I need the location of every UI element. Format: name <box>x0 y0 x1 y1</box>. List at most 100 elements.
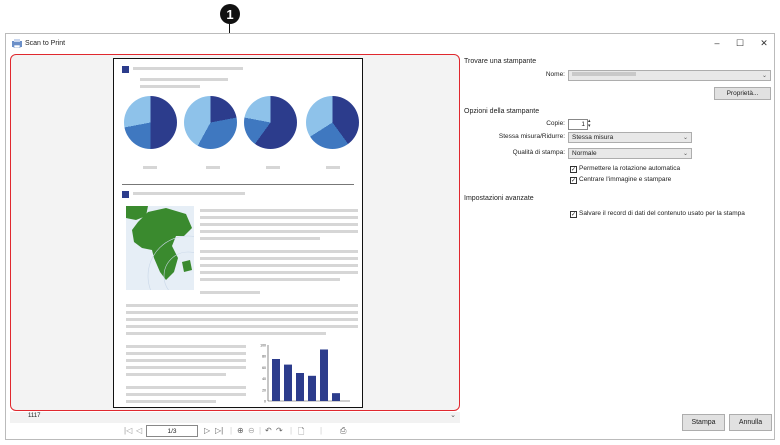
chart-bar <box>284 364 292 401</box>
chart-tick-label: 0 <box>264 400 266 404</box>
chart-tick-label: 60 <box>262 366 266 370</box>
chevron-down-icon: ⌄ <box>682 151 688 157</box>
printer-section-title: Trovare una stampante <box>464 58 537 65</box>
placeholder-line <box>200 291 260 294</box>
preview-page: 100 80 60 40 20 0 <box>113 58 363 408</box>
rotate-left-icon[interactable]: ↶ <box>265 426 272 435</box>
quality-label: Qualità di stampa: <box>512 149 565 156</box>
placeholder-line <box>133 67 243 70</box>
placeholder-line <box>200 264 358 267</box>
advanced-section-title: Impostazioni avanzate <box>464 195 534 202</box>
auto-rotate-label: Permettere la rotazione automatica <box>579 165 681 172</box>
page-number-input[interactable]: 1/3 <box>146 425 198 437</box>
pie-chart <box>184 96 237 149</box>
placeholder-line <box>200 237 320 240</box>
copies-stepper[interactable]: 1 <box>568 119 588 130</box>
placeholder-line <box>200 278 340 281</box>
zoom-in-icon[interactable]: ⊕ <box>237 426 244 435</box>
preview-toolbar: 1117 ⌄ |◁ ◁ 1/3 ▷ ▷| | ⊕ ⊖ | ↶ ↷ | 🗋 | ⎙ <box>10 412 460 440</box>
placeholder-line <box>126 332 326 335</box>
placeholder-line <box>133 192 245 195</box>
print-preview-icon[interactable]: ⎙ <box>340 426 346 436</box>
placeholder-line <box>126 345 246 348</box>
separator: | <box>259 426 262 435</box>
placeholder-line <box>200 216 358 219</box>
scan-to-print-window: Scan to Print – ☐ ✕ 100 80 60 40 20 0 11… <box>5 33 775 440</box>
separator: | <box>230 426 233 435</box>
minimize-icon[interactable]: – <box>709 38 725 50</box>
chart-tick-label: 40 <box>262 377 266 381</box>
placeholder-line <box>126 304 358 307</box>
placeholder-line <box>206 166 220 169</box>
last-page-icon[interactable]: ▷| <box>215 426 223 435</box>
chart-bar <box>308 375 316 401</box>
placeholder-line <box>126 400 216 403</box>
center-image-label: Centrare l'immagine e stampare <box>579 176 672 183</box>
app-icon <box>12 39 22 48</box>
printer-name-select[interactable]: ⌄ <box>568 70 771 81</box>
auto-rotate-checkbox[interactable]: ✓ Permettere la rotazione automatica <box>570 165 680 173</box>
properties-button[interactable]: Proprietà... <box>714 87 771 100</box>
close-icon[interactable]: ✕ <box>756 38 772 50</box>
page-navigation: |◁ ◁ 1/3 ▷ ▷| | ⊕ ⊖ | ↶ ↷ | 🗋 | ⎙ <box>10 425 460 439</box>
placeholder-line <box>200 250 358 253</box>
chart-bar <box>296 373 304 401</box>
center-image-checkbox[interactable]: ✓ Centrare l'immagine e stampare <box>570 176 671 184</box>
heading-marker <box>122 66 129 73</box>
check-icon: ✓ <box>570 211 577 218</box>
chevron-down-icon[interactable]: ⌄ <box>450 411 456 419</box>
chart-bar <box>332 393 340 401</box>
title-bar: Scan to Print – ☐ ✕ <box>6 34 774 54</box>
zoom-selector[interactable]: 1117 ⌄ <box>10 412 460 423</box>
stepper-arrows-icon[interactable]: ▴ ▾ <box>588 119 591 129</box>
first-page-icon[interactable]: |◁ <box>124 426 132 435</box>
chevron-down-icon: ⌄ <box>682 135 688 141</box>
placeholder-line <box>200 209 358 212</box>
save-record-label: Salvare il record di dati del contenuto … <box>579 210 745 217</box>
placeholder-line <box>126 311 358 314</box>
chart-bar <box>272 359 280 401</box>
rotate-right-icon[interactable]: ↷ <box>276 426 283 435</box>
placeholder-line <box>126 393 246 396</box>
next-page-icon[interactable]: ▷ <box>204 426 210 435</box>
placeholder-line <box>266 166 280 169</box>
page-divider <box>122 184 354 185</box>
prev-page-icon[interactable]: ◁ <box>136 426 142 435</box>
window-title: Scan to Print <box>25 40 66 47</box>
callout-marker: 1 <box>220 4 240 24</box>
placeholder-line <box>126 325 358 328</box>
placeholder-line <box>126 373 226 376</box>
placeholder-line <box>126 318 358 321</box>
size-select[interactable]: Stessa misura ⌄ <box>568 132 692 143</box>
placeholder-line <box>126 359 246 362</box>
placeholder-line <box>126 366 246 369</box>
chart-tick-label: 20 <box>262 388 266 392</box>
placeholder-line <box>326 166 340 169</box>
options-section-title: Opzioni della stampante <box>464 108 540 115</box>
delete-page-icon[interactable]: 🗋 <box>298 426 304 440</box>
quality-select[interactable]: Normale ⌄ <box>568 148 692 159</box>
size-value: Stessa misura <box>572 134 614 141</box>
placeholder-line <box>200 271 358 274</box>
check-icon: ✓ <box>570 177 577 184</box>
save-record-checkbox[interactable]: ✓ Salvare il record di dati del contenuto… <box>570 210 745 218</box>
preview-area[interactable]: 100 80 60 40 20 0 <box>10 54 460 411</box>
check-icon: ✓ <box>570 166 577 173</box>
zoom-value: 1117 <box>28 413 41 419</box>
cancel-button[interactable]: Annulla <box>729 414 772 431</box>
print-button[interactable]: Stampa <box>682 414 725 431</box>
maximize-icon[interactable]: ☐ <box>732 38 748 50</box>
placeholder-line <box>200 223 358 226</box>
placeholder-line <box>126 386 246 389</box>
heading-marker <box>122 191 129 198</box>
chart-bar <box>320 349 328 401</box>
pie-chart <box>244 96 297 149</box>
name-label: Nome: <box>545 71 565 78</box>
placeholder-line <box>126 352 246 355</box>
placeholder-line <box>140 78 228 81</box>
chart-tick-label: 100 <box>260 344 266 348</box>
separator: | <box>320 426 323 435</box>
bar-chart: 100 80 60 40 20 0 <box>260 344 350 404</box>
zoom-out-icon[interactable]: ⊖ <box>248 426 255 435</box>
chevron-down-icon: ⌄ <box>761 73 767 79</box>
